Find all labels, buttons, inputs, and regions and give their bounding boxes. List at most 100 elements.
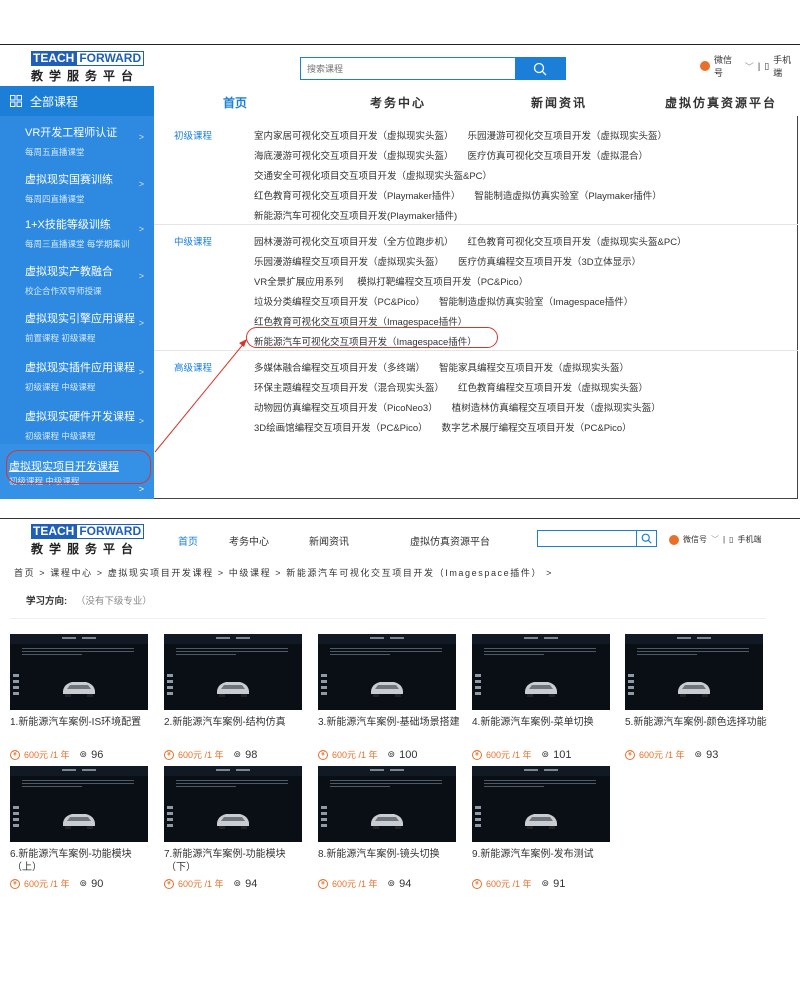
course-price: 600元 /1 年 [486,879,532,889]
divider-text: | [723,535,726,544]
course-thumbnail[interactable] [472,634,610,710]
course-title[interactable]: 2.新能源汽车案例-结构仿真 [164,716,314,729]
course-price: 600元 /1 年 [486,750,532,760]
course-thumbnail[interactable] [164,634,302,710]
direction-label: 学习方向: [26,596,68,607]
coin-icon: ¥ [472,878,482,889]
coin-icon: ¥ [10,749,20,760]
nav-vr-platform[interactable]: 虚拟仿真资源平台 [410,533,490,548]
course-meta: ¥600元 /1 年 ⊚ 94 [318,877,411,890]
wechat-icon [669,534,679,545]
course-meta: ¥600元 /1 年 ⊚ 98 [164,748,257,761]
course-card[interactable]: 7.新能源汽车案例-功能模块 （下） [164,766,314,874]
course-price: 600元 /1 年 [24,750,70,760]
course-meta: ¥600元 /1 年 ⊚ 100 [318,748,417,761]
learning-direction: 学习方向: （没有下级专业） [26,593,152,607]
logo-right: FORWARD [76,524,145,539]
view-count: 101 [553,748,572,761]
course-title[interactable]: 7.新能源汽车案例-功能模块 （下） [164,848,314,874]
top-links: 微信号 ﹀ | ▯ 手机端 [669,534,761,545]
course-thumbnail[interactable] [318,634,456,710]
nav-exam-center[interactable]: 考务中心 [229,533,269,548]
view-count: 100 [399,748,418,761]
divider [10,618,765,619]
annotation-arrow [154,339,247,453]
course-title[interactable]: 4.新能源汽车案例-菜单切换 [472,716,622,729]
eye-icon: ⊚ [387,749,396,759]
coin-icon: ¥ [318,749,328,760]
chevron-down-icon: ﹀ [711,535,719,544]
top-border [0,518,800,519]
view-count: 90 [91,877,104,890]
course-thumbnail[interactable] [10,634,148,710]
bottom-screenshot: TEACH FORWARD 教学服务平台 首页 考务中心 新闻资讯 虚拟仿真资源平… [0,505,800,1000]
coin-icon: ¥ [318,878,328,889]
logo[interactable]: TEACH FORWARD 教学服务平台 [31,524,145,557]
coin-icon: ¥ [472,749,482,760]
view-count: 94 [245,877,258,890]
course-thumbnail[interactable] [164,766,302,842]
course-price: 600元 /1 年 [639,750,685,760]
eye-icon: ⊚ [233,749,242,759]
search-icon [641,533,652,544]
course-card[interactable]: 6.新能源汽车案例-功能模块 （上） [10,766,160,874]
nav-home[interactable]: 首页 [178,533,198,548]
search-button[interactable] [636,531,656,546]
course-thumbnail[interactable] [472,766,610,842]
logo-subtitle: 教学服务平台 [31,542,140,556]
coin-icon: ¥ [625,749,635,760]
course-meta: ¥600元 /1 年 ⊚ 96 [10,748,103,761]
eye-icon: ⊚ [387,878,396,888]
eye-icon: ⊚ [541,878,550,888]
course-meta: ¥600元 /1 年 ⊚ 90 [10,877,103,890]
view-count: 93 [706,748,719,761]
search-input[interactable] [538,531,636,546]
course-title[interactable]: 6.新能源汽车案例-功能模块 （上） [10,848,160,874]
eye-icon: ⊚ [694,749,703,759]
course-card[interactable]: 4.新能源汽车案例-菜单切换 [472,634,622,729]
course-price: 600元 /1 年 [332,750,378,760]
course-meta: ¥600元 /1 年 ⊚ 91 [472,877,565,890]
course-title[interactable]: 3.新能源汽车案例-基础场景搭建 [318,716,468,729]
course-price: 600元 /1 年 [24,879,70,889]
breadcrumb[interactable]: 首页 > 课程中心 > 虚拟现实项目开发课程 > 中级课程 > 新能源汽车可视化… [14,566,553,579]
course-thumbnail[interactable] [318,766,456,842]
mobile-link[interactable]: 手机端 [737,534,761,545]
coin-icon: ¥ [164,878,174,889]
eye-icon: ⊚ [541,749,550,759]
course-thumbnail[interactable] [625,634,763,710]
course-title[interactable]: 5.新能源汽车案例-颜色选择功能 [625,716,775,729]
course-card[interactable]: 9.新能源汽车案例-发布测试 [472,766,622,861]
course-card[interactable]: 8.新能源汽车案例-镜头切换 [318,766,468,861]
course-price: 600元 /1 年 [332,879,378,889]
eye-icon: ⊚ [79,749,88,759]
direction-value: （没有下级专业） [75,596,152,607]
coin-icon: ¥ [10,878,20,889]
top-screenshot: TEACHFORWARD 教学服务平台 微信号 ﹀ | ▯ 手机端 全部课程 首… [0,0,800,505]
eye-icon: ⊚ [79,878,88,888]
logo-left: TEACH [31,524,77,539]
nav-news[interactable]: 新闻资讯 [309,533,349,548]
view-count: 96 [91,748,104,761]
course-price: 600元 /1 年 [178,750,224,760]
course-meta: ¥600元 /1 年 ⊚ 94 [164,877,257,890]
course-meta: ¥600元 /1 年 ⊚ 101 [472,748,571,761]
view-count: 98 [245,748,258,761]
coin-icon: ¥ [164,749,174,760]
search-bar [537,530,657,547]
course-card[interactable]: 1.新能源汽车案例-IS环境配置 [10,634,160,729]
course-card[interactable]: 3.新能源汽车案例-基础场景搭建 [318,634,468,729]
course-title[interactable]: 9.新能源汽车案例-发布测试 [472,848,622,861]
course-card[interactable]: 2.新能源汽车案例-结构仿真 [164,634,314,729]
phone-icon: ▯ [729,535,734,544]
view-count: 94 [399,877,412,890]
wechat-link[interactable]: 微信号 [683,534,707,545]
course-meta: ¥600元 /1 年 ⊚ 93 [625,748,718,761]
course-title[interactable]: 1.新能源汽车案例-IS环境配置 [10,716,160,729]
course-card[interactable]: 5.新能源汽车案例-颜色选择功能 [625,634,775,729]
eye-icon: ⊚ [233,878,242,888]
course-title[interactable]: 8.新能源汽车案例-镜头切换 [318,848,468,861]
course-price: 600元 /1 年 [178,879,224,889]
course-thumbnail[interactable] [10,766,148,842]
view-count: 91 [553,877,566,890]
